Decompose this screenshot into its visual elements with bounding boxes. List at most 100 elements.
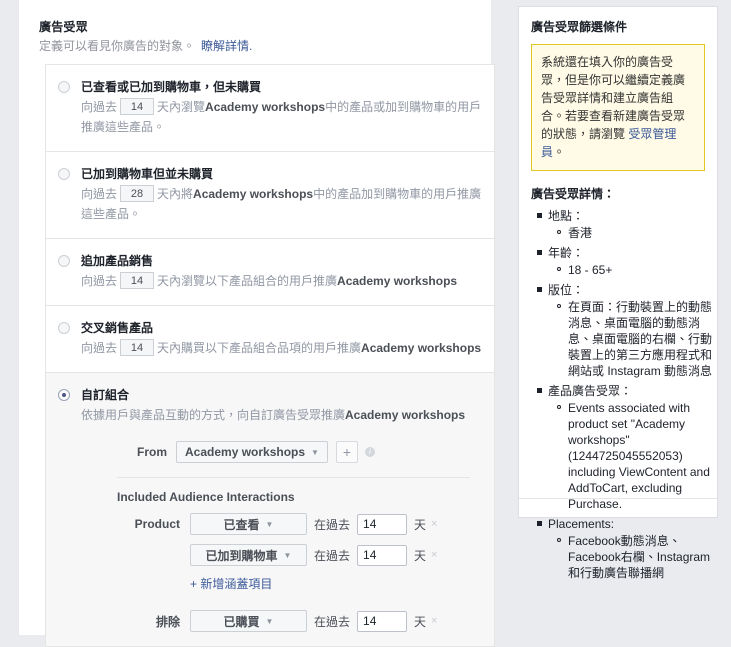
- add-included-interaction-link[interactable]: + 新增涵蓋項目: [154, 575, 272, 592]
- desc-brand: Academy workshops: [337, 274, 458, 288]
- days-value[interactable]: 14: [120, 272, 155, 289]
- option-body: 追加產品銷售 向過去 14 天內瀏覽以下產品組合的用戶推廣Academy works…: [81, 253, 482, 291]
- chevron-down-icon: ▼: [311, 447, 319, 457]
- option-description: 依據用戶與產品互動的方式，向自訂廣告受眾推廣Academy workshops: [81, 405, 482, 425]
- retention-days-input[interactable]: [357, 513, 408, 535]
- option-row-viewed-or-added[interactable]: 已查看或已加到購物車，但未購買 向過去 14 天內瀏覽Academy worksho…: [46, 65, 494, 152]
- detail-sublist: 香港: [548, 225, 717, 241]
- included-interaction-row: Product 已查看 ▼ 在過去 天 ×: [81, 513, 482, 535]
- sidebar-title: 廣告受眾篩選條件: [531, 20, 628, 34]
- chevron-down-icon: ▼: [265, 519, 274, 529]
- exclude-event-select[interactable]: 已購買 ▼: [190, 610, 307, 632]
- radio-custom-combination[interactable]: [58, 389, 70, 401]
- detail-group-location: 地點： 香港: [537, 208, 717, 241]
- sidebar-details-heading: 廣告受眾詳情：: [531, 187, 616, 201]
- included-interactions-heading: Included Audience Interactions: [117, 490, 295, 504]
- list-item: 在頁面：行動裝置上的動態消息、桌面電腦的動態消息、桌面電腦的右欄、行動裝置上的第…: [557, 299, 717, 379]
- audience-options-box: 已查看或已加到購物車，但未購買 向過去 14 天內瀏覽Academy worksho…: [45, 64, 495, 647]
- from-product-set-value: Academy workshops: [185, 445, 306, 459]
- option-row-cross-sell[interactable]: 交叉銷售產品 向過去 14 天內購買以下產品組合品項的用戶推廣Academy wor…: [46, 306, 494, 373]
- detail-label: 版位：: [548, 283, 585, 297]
- radio-added-not-purchased[interactable]: [58, 168, 70, 180]
- days-value[interactable]: 14: [120, 98, 155, 115]
- detail-label: 地點：: [548, 209, 585, 223]
- info-icon[interactable]: [364, 445, 375, 458]
- from-row: From Academy workshops ▼ +: [81, 441, 482, 463]
- desc-brand: Academy workshops: [361, 341, 482, 355]
- detail-value: Facebook動態消息、Facebook右欄、Instagram 和行動廣告聯…: [568, 534, 711, 580]
- option-description: 向過去 28 天內將Academy workshops中的產品加到購物車的用戶推廣這…: [81, 184, 482, 224]
- included-interaction-row: 已加到購物車 ▼ 在過去 天 ×: [81, 544, 482, 566]
- detail-value: 香港: [568, 226, 593, 240]
- page-subtitle: 定義可以看見你廣告的對象。 瞭解詳情.: [39, 38, 471, 54]
- detail-sublist: Facebook動態消息、Facebook右欄、Instagram 和行動廣告聯…: [548, 533, 717, 581]
- radio-cross-sell[interactable]: [58, 322, 70, 334]
- remove-row-icon[interactable]: ×: [431, 615, 437, 627]
- detail-sublist: 18 - 65+: [548, 262, 717, 278]
- desc-prefix: 向過去: [81, 187, 118, 201]
- custom-combination-body: From Academy workshops ▼ + Included Audi…: [81, 425, 482, 632]
- chevron-down-icon: ▼: [265, 616, 274, 626]
- remove-row-icon[interactable]: ×: [431, 549, 437, 561]
- circle-bullet-icon: [557, 230, 561, 234]
- excluded-interaction-row: 排除 已購買 ▼ 在過去 天 ×: [81, 610, 482, 632]
- detail-group-placements-en: Placements: Facebook動態消息、Facebook右欄、Inst…: [537, 516, 717, 581]
- option-title: 追加產品銷售: [81, 254, 154, 268]
- list-item: Facebook動態消息、Facebook右欄、Instagram 和行動廣告聯…: [557, 533, 717, 581]
- option-description: 向過去 14 天內瀏覽以下產品組合的用戶推廣Academy workshops: [81, 271, 482, 291]
- circle-bullet-icon: [557, 538, 561, 542]
- list-item: 18 - 65+: [557, 262, 717, 278]
- days-value[interactable]: 14: [120, 339, 155, 356]
- retention-prefix: 在過去: [314, 517, 351, 532]
- option-title: 已查看或已加到購物車，但未購買: [81, 80, 262, 94]
- radio-upsell[interactable]: [58, 255, 70, 267]
- detail-value: 18 - 65+: [568, 263, 613, 277]
- exclude-label: 排除: [155, 614, 180, 629]
- radio-viewed-or-added[interactable]: [58, 81, 70, 93]
- desc-brand: Academy workshops: [205, 100, 326, 114]
- circle-bullet-icon: [557, 304, 561, 308]
- desc-prefix: 向過去: [81, 100, 118, 114]
- option-body: 自訂組合 依據用戶與產品互動的方式，向自訂廣告受眾推廣Academy works…: [81, 387, 482, 632]
- list-item: 香港: [557, 225, 717, 241]
- desc-mid: 天內購買以下產品組合品項的用戶推廣: [157, 341, 362, 355]
- desc-prefix: 依據用戶與產品互動的方式，向自訂廣告受眾推廣: [81, 408, 346, 422]
- detail-value: 在頁面：行動裝置上的動態消息、桌面電腦的動態消息、桌面電腦的右欄、行動裝置上的第…: [568, 300, 713, 378]
- interaction-event-value: 已查看: [223, 517, 260, 532]
- detail-label: Placements:: [548, 517, 615, 531]
- detail-group-product-audience: 產品廣告受眾： Events associated with product s…: [537, 383, 717, 512]
- audience-main-panel: 廣告受眾 定義可以看見你廣告的對象。 瞭解詳情. 已查看或已加到購物車，但未購買 …: [19, 0, 495, 647]
- retention-days-input[interactable]: [357, 544, 408, 566]
- detail-sublist: Events associated with product set "Acad…: [548, 400, 717, 512]
- desc-mid: 天內瀏覽以下產品組合的用戶推廣: [157, 274, 338, 288]
- square-bullet-icon: [537, 287, 542, 292]
- desc-brand: Academy workshops: [193, 187, 314, 201]
- option-description: 向過去 14 天內瀏覽Academy workshops中的產品或加到購物車的用戶推…: [81, 97, 482, 137]
- sidebar-callout: 系統還在填入你的廣告受眾，但是你可以繼續定義廣告受眾詳情和建立廣告組合。若要查看…: [531, 44, 705, 171]
- retention-unit: 天: [414, 548, 427, 563]
- from-product-set-select[interactable]: Academy workshops ▼: [176, 441, 328, 463]
- remove-row-icon[interactable]: ×: [431, 518, 437, 530]
- desc-brand: Academy workshops: [345, 408, 466, 422]
- exclude-event-value: 已購買: [223, 614, 260, 629]
- interaction-event-select[interactable]: 已查看 ▼: [190, 513, 307, 535]
- square-bullet-icon: [537, 250, 542, 255]
- retention-unit: 天: [414, 614, 427, 629]
- retention-unit: 天: [414, 517, 427, 532]
- option-row-added-not-purchased[interactable]: 已加到購物車但並未購買 向過去 28 天內將Academy workshops中的產…: [46, 152, 494, 239]
- learn-more-link[interactable]: 瞭解詳情.: [201, 39, 252, 53]
- option-body: 已查看或已加到購物車，但未購買 向過去 14 天內瀏覽Academy worksho…: [81, 79, 482, 137]
- circle-bullet-icon: [557, 267, 561, 271]
- interaction-event-select[interactable]: 已加到購物車 ▼: [190, 544, 307, 566]
- retention-prefix: 在過去: [314, 614, 351, 629]
- audience-summary-sidebar: 廣告受眾篩選條件 系統還在填入你的廣告受眾，但是你可以繼續定義廣告受眾詳情和建立…: [518, 6, 718, 580]
- option-description: 向過去 14 天內購買以下產品組合品項的用戶推廣Academy workshops: [81, 338, 482, 358]
- desc-mid: 天內瀏覽: [157, 100, 206, 114]
- option-row-custom-combination[interactable]: 自訂組合 依據用戶與產品互動的方式，向自訂廣告受眾推廣Academy works…: [46, 373, 494, 647]
- exclude-retention-days-input[interactable]: [357, 610, 408, 632]
- days-value[interactable]: 28: [120, 185, 155, 202]
- add-product-set-button[interactable]: +: [335, 441, 358, 463]
- section-header: 廣告受眾 定義可以看見你廣告的對象。 瞭解詳情.: [19, 0, 491, 54]
- option-row-upsell[interactable]: 追加產品銷售 向過去 14 天內瀏覽以下產品組合的用戶推廣Academy works…: [46, 239, 494, 306]
- interaction-event-value: 已加到購物車: [205, 548, 278, 563]
